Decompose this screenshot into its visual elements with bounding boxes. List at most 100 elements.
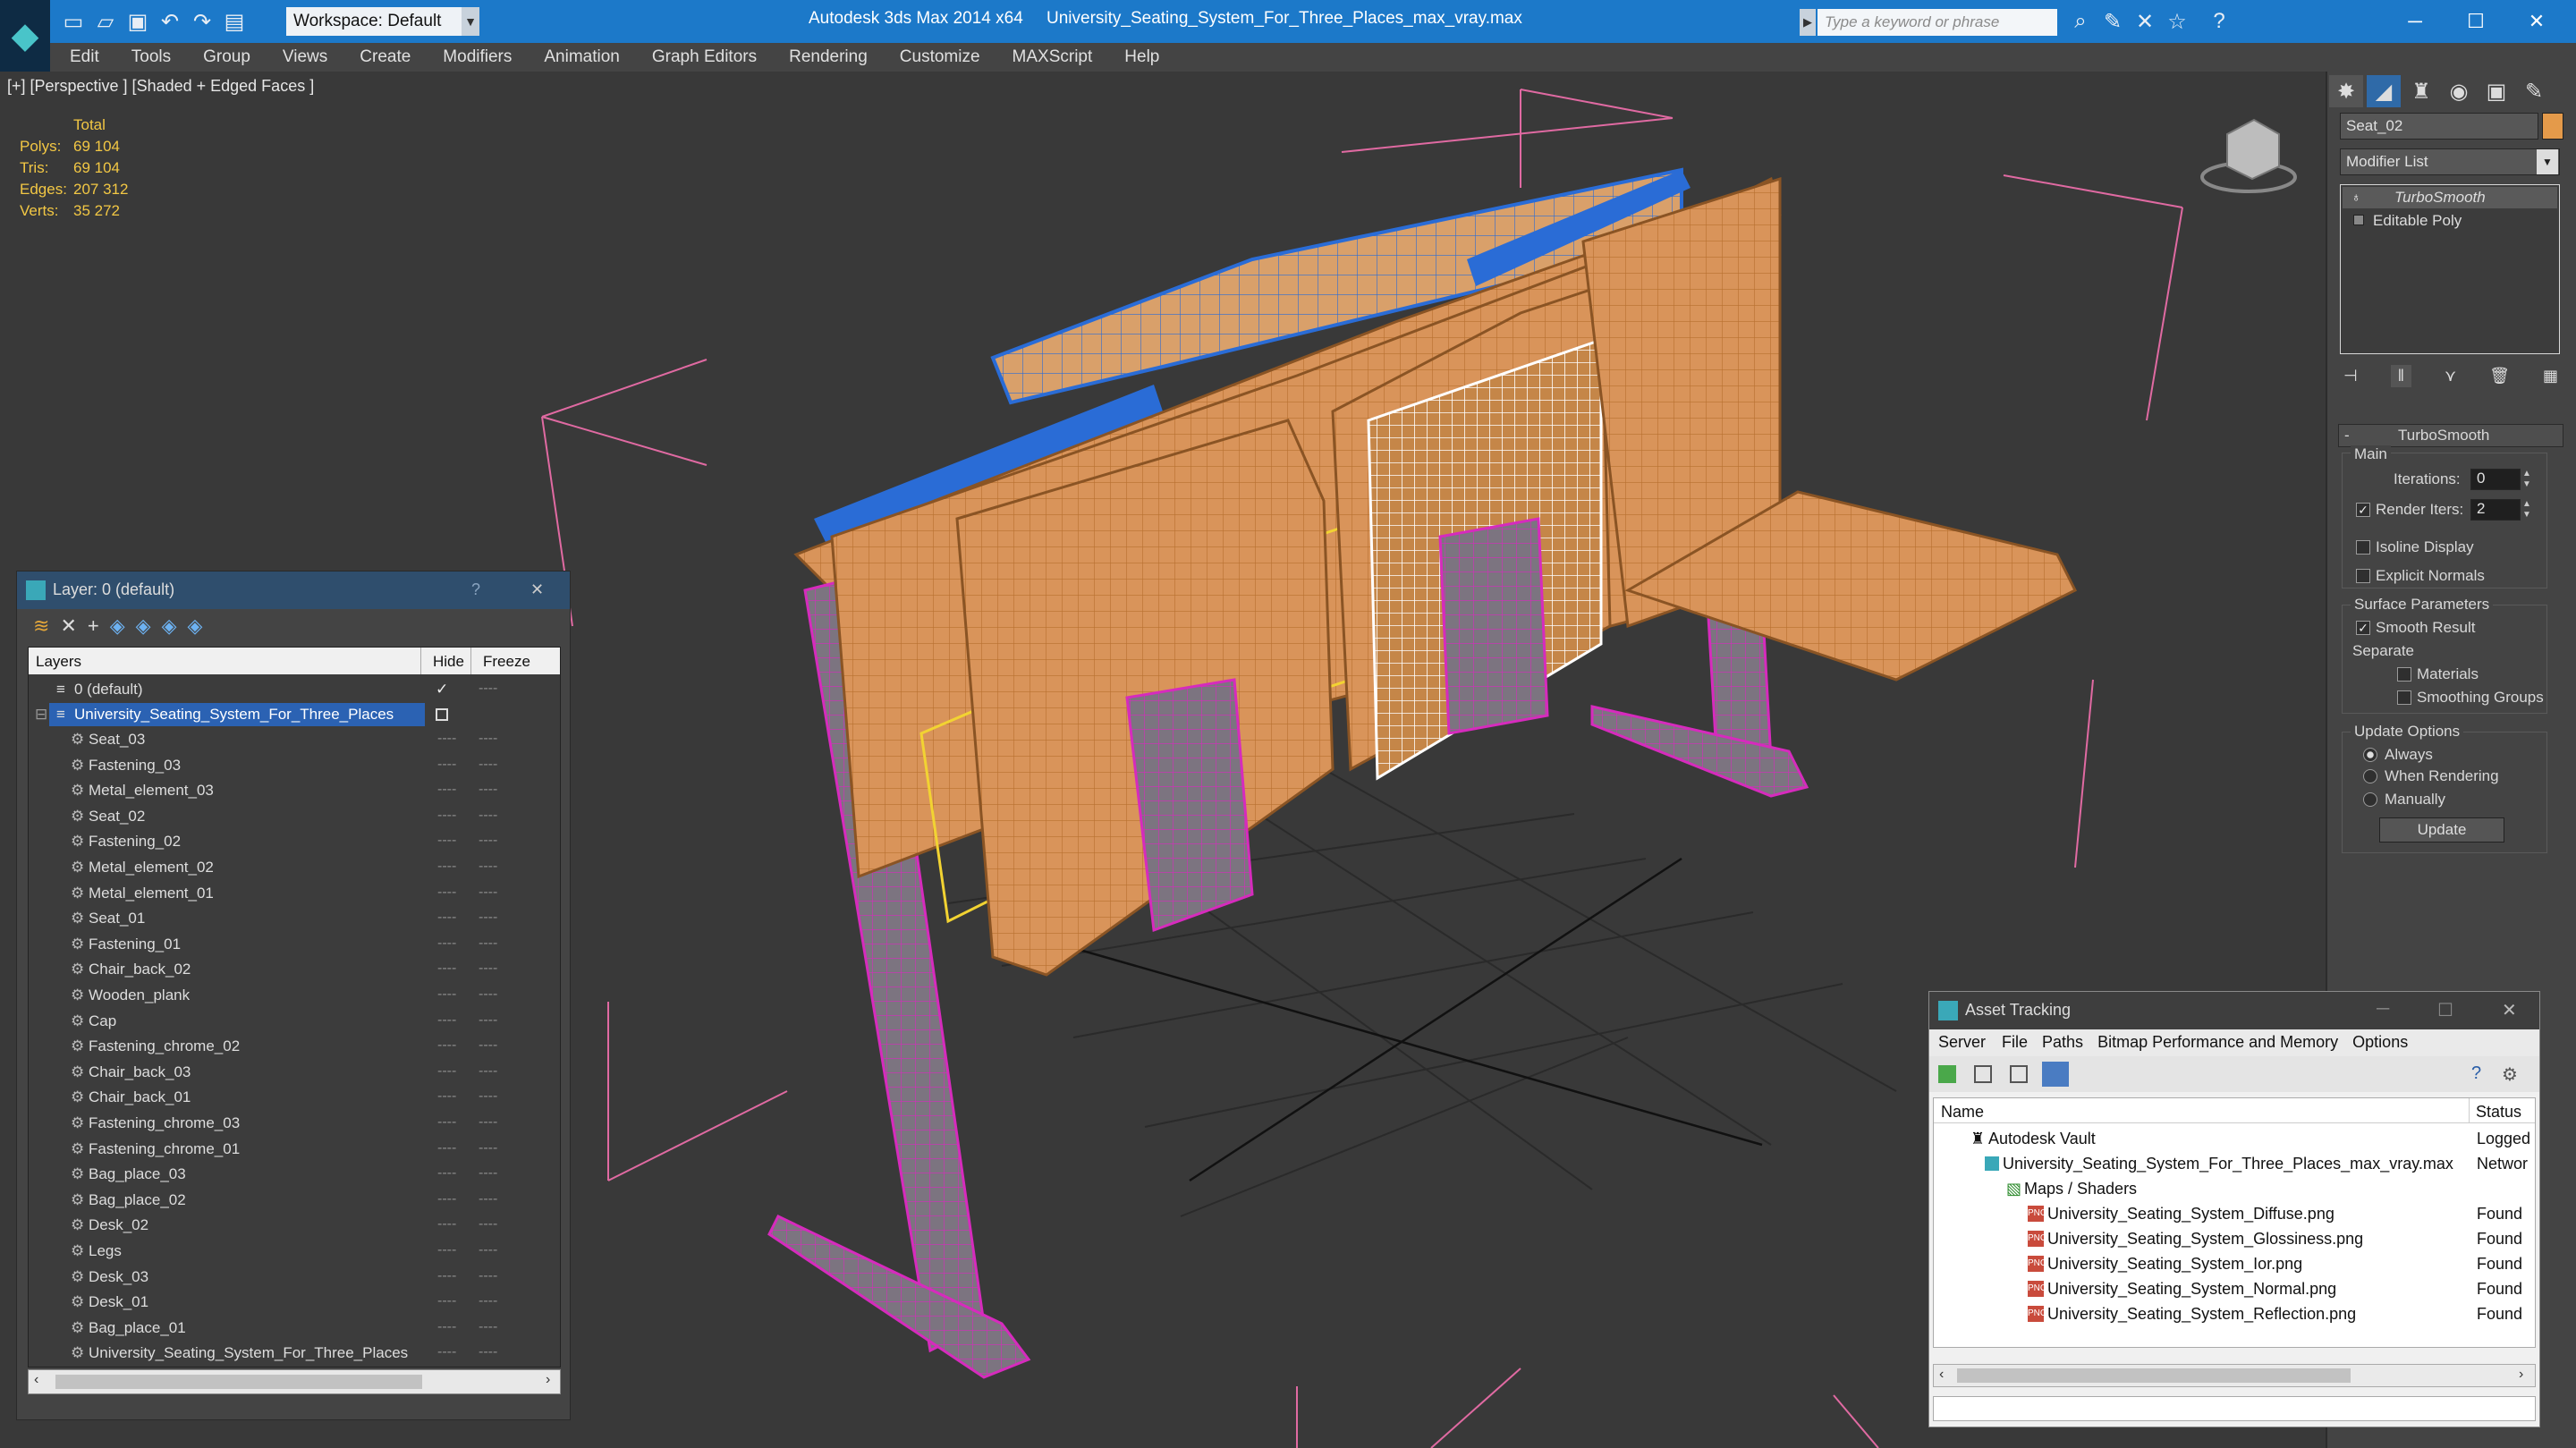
list-item[interactable]: ⚙ Wooden_plank ---- ----	[31, 983, 555, 1008]
menu-paths[interactable]: Paths	[2035, 1029, 2090, 1056]
hide-toggle[interactable]: ----	[437, 885, 456, 901]
minimize-button[interactable]: ─	[2390, 4, 2440, 39]
list-item[interactable]: ⚙ Chair_back_03 ---- ----	[31, 1060, 555, 1085]
hide-toggle[interactable]: ----	[437, 1293, 456, 1309]
hide-toggle[interactable]: ----	[437, 1344, 456, 1360]
scroll-left-icon[interactable]: ‹	[34, 1372, 38, 1388]
freeze-toggle[interactable]: ----	[479, 1293, 497, 1309]
menu-graph-editors[interactable]: Graph Editors	[636, 43, 773, 72]
materials-checkbox[interactable]	[2397, 667, 2411, 682]
select-objects-icon[interactable]: ◈	[110, 614, 125, 638]
maximize-button[interactable]: ☐	[2451, 4, 2501, 39]
menu-edit[interactable]: Edit	[50, 43, 115, 72]
object-name-field[interactable]: Seat_02	[2340, 113, 2538, 140]
hide-toggle[interactable]: ----	[437, 1268, 456, 1284]
close-button[interactable]: ✕	[2512, 4, 2562, 39]
menu-maxscript[interactable]: MAXScript	[996, 43, 1109, 72]
create-tab-icon[interactable]: ✸	[2329, 75, 2363, 107]
chevron-down-icon[interactable]: ▼	[462, 7, 479, 36]
table-row[interactable]: ▧ Maps / Shaders	[1935, 1176, 2536, 1201]
horizontal-scrollbar[interactable]: ‹ ›	[1933, 1364, 2536, 1387]
hide-toggle[interactable]: ----	[437, 731, 456, 747]
expand-icon[interactable]	[2353, 215, 2364, 225]
hide-toggle[interactable]: ----	[437, 859, 456, 875]
modifier-list-dropdown[interactable]: Modifier List	[2340, 148, 2560, 175]
col-hide[interactable]: Hide	[433, 653, 464, 671]
scroll-right-icon[interactable]: ›	[2519, 1367, 2523, 1383]
asset-path-field[interactable]	[1933, 1396, 2536, 1421]
freeze-toggle[interactable]: ----	[479, 1242, 497, 1258]
spinner-arrows-icon[interactable]: ▲ ▼	[2522, 469, 2535, 490]
collapse-icon[interactable]: ⊟	[35, 706, 47, 724]
help-icon[interactable]: ?	[471, 580, 480, 599]
scroll-right-icon[interactable]: ›	[546, 1372, 550, 1388]
freeze-toggle[interactable]: ----	[479, 1344, 497, 1360]
menu-file[interactable]: File	[1995, 1029, 2035, 1056]
checkmark-icon[interactable]: ✓	[436, 681, 448, 699]
list-item[interactable]: ⚙ Fastening_chrome_01 ---- ----	[31, 1137, 555, 1162]
grid-view-icon[interactable]	[2042, 1062, 2069, 1087]
menu-group[interactable]: Group	[187, 43, 267, 72]
menu-tools[interactable]: Tools	[115, 43, 187, 72]
table-row[interactable]: ♜ Autodesk Vault Logged	[1935, 1126, 2536, 1151]
list-item[interactable]: ⚙ Metal_element_01 ---- ----	[31, 881, 555, 906]
hide-toggle[interactable]: ----	[437, 1088, 456, 1105]
object-color-swatch[interactable]	[2542, 113, 2563, 140]
workspace-dropdown[interactable]: Workspace: Default	[286, 7, 479, 36]
layer-row[interactable]: ≡ 0 (default) ✓ ----	[31, 677, 555, 702]
minimize-icon[interactable]: ─	[2377, 999, 2389, 1020]
list-view-icon[interactable]	[1974, 1065, 1992, 1083]
list-item[interactable]: ⚙ Desk_03 ---- ----	[31, 1265, 555, 1290]
freeze-toggle[interactable]: ----	[479, 1191, 497, 1207]
modify-tab-icon[interactable]: ◢	[2367, 75, 2401, 107]
utilities-tab-icon[interactable]: ✎	[2517, 75, 2551, 107]
hide-toggle[interactable]: ----	[437, 1165, 456, 1181]
iterations-spinner[interactable]: 0	[2470, 469, 2521, 490]
always-radio[interactable]	[2363, 748, 2377, 762]
spinner-arrows-icon[interactable]: ▲ ▼	[2522, 499, 2535, 521]
hide-toggle[interactable]: ----	[437, 1037, 456, 1054]
freeze-toggle[interactable]: ----	[479, 1114, 497, 1130]
binoculars-icon[interactable]: ⌕	[2067, 8, 2094, 35]
freeze-toggle[interactable]: ----	[479, 782, 497, 798]
smoothing-groups-checkbox[interactable]	[2397, 690, 2411, 705]
motion-tab-icon[interactable]: ◉	[2442, 75, 2476, 107]
settings-icon[interactable]: ⚙	[2502, 1063, 2518, 1086]
freeze-toggle[interactable]: ----	[479, 961, 497, 977]
horizontal-scrollbar[interactable]: ‹ ›	[28, 1369, 561, 1394]
highlight-selected-icon[interactable]: ◈	[136, 614, 151, 638]
hide-toggle[interactable]: ----	[437, 1242, 456, 1258]
when-rendering-radio[interactable]	[2363, 769, 2377, 783]
make-unique-icon[interactable]: ⋎	[2445, 367, 2456, 385]
app-logo-icon[interactable]: ◆	[0, 0, 50, 72]
freeze-toggle[interactable]: ----	[479, 1140, 497, 1156]
menu-options[interactable]: Options	[2345, 1029, 2415, 1056]
isoline-display-checkbox[interactable]	[2356, 540, 2370, 555]
smooth-result-checkbox[interactable]: ✓	[2356, 621, 2370, 635]
scroll-thumb[interactable]	[1957, 1368, 2351, 1383]
list-item[interactable]: ⚙ Chair_back_01 ---- ----	[31, 1085, 555, 1110]
col-status[interactable]: Status	[2476, 1103, 2521, 1122]
hide-toggle[interactable]: ----	[437, 1319, 456, 1335]
current-layer-box[interactable]	[436, 708, 448, 721]
hide-toggle[interactable]: ----	[437, 1191, 456, 1207]
list-item[interactable]: ⚙ Seat_01 ---- ----	[31, 906, 555, 931]
hide-toggle[interactable]: ----	[437, 1114, 456, 1130]
table-row[interactable]: PNG University_Seating_System_Normal.png…	[1935, 1276, 2536, 1301]
freeze-toggle[interactable]: ----	[479, 936, 497, 952]
table-row[interactable]: PNG University_Seating_System_Diffuse.pn…	[1935, 1201, 2536, 1226]
rollout-header[interactable]: - TurboSmooth	[2338, 424, 2563, 447]
freeze-toggle[interactable]: ----	[479, 1037, 497, 1054]
hide-toggle[interactable]: ----	[437, 808, 456, 824]
freeze-toggle[interactable]: ----	[479, 1268, 497, 1284]
show-end-result-icon[interactable]: ‖	[2390, 364, 2412, 387]
list-item[interactable]: ⚙ Desk_02 ---- ----	[31, 1213, 555, 1238]
freeze-toggle[interactable]: ----	[479, 910, 497, 926]
help-icon[interactable]: ?	[2471, 1063, 2481, 1084]
menu-create[interactable]: Create	[343, 43, 427, 72]
explicit-normals-checkbox[interactable]	[2356, 569, 2370, 583]
close-icon[interactable]: ✕	[2502, 999, 2517, 1021]
menu-views[interactable]: Views	[267, 43, 343, 72]
freeze-toggle[interactable]: ----	[479, 681, 497, 697]
table-view-icon[interactable]	[2010, 1065, 2028, 1083]
